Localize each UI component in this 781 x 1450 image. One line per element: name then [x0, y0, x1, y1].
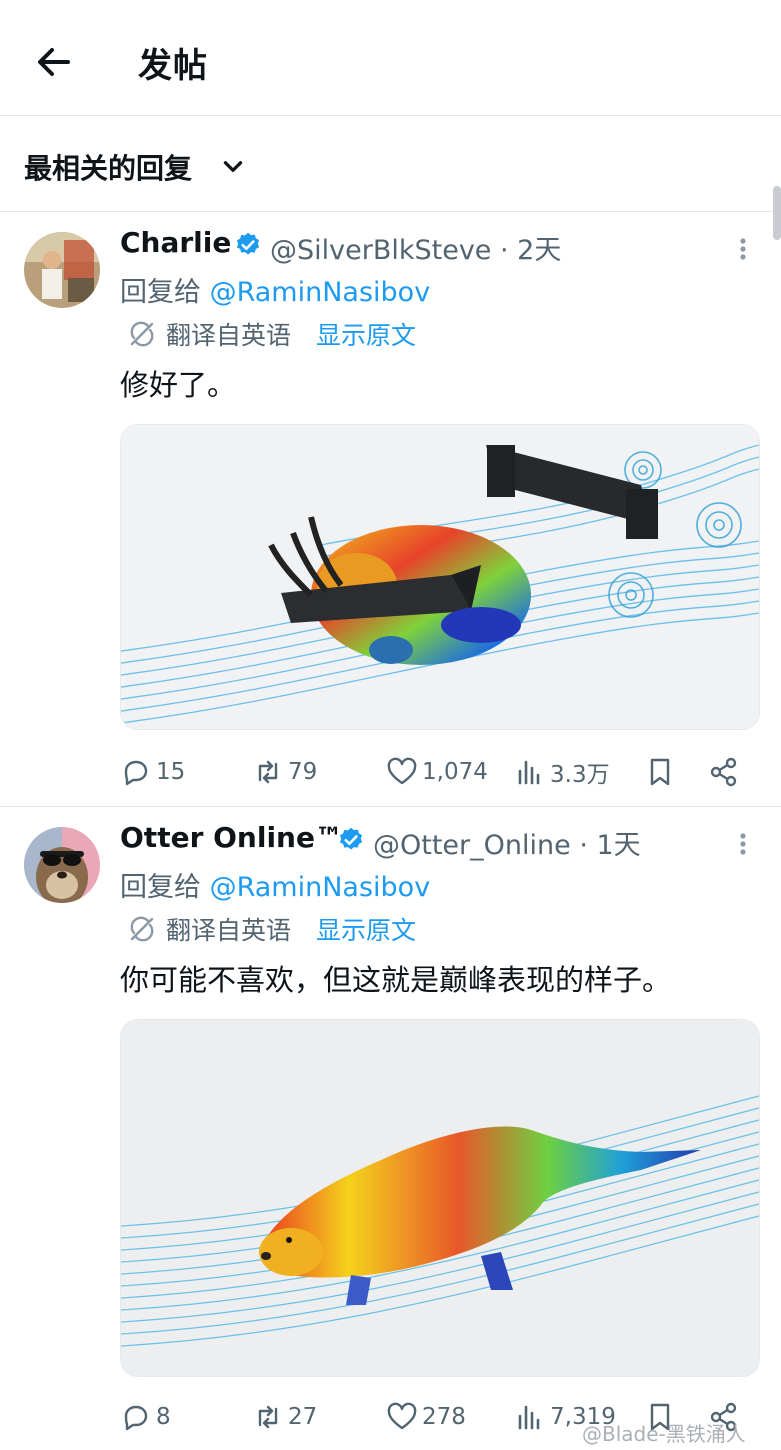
reply-prefix: 回复给	[120, 872, 210, 903]
views-icon	[518, 1405, 540, 1430]
repost-icon	[258, 760, 278, 784]
like-icon	[387, 1402, 417, 1430]
reply-post[interactable]: Charlie @SilverBlkSteve · 2天 回复给 @RaminN…	[0, 212, 781, 807]
back-arrow-icon	[38, 48, 70, 76]
reply-icon	[124, 1405, 148, 1431]
verified-badge-icon	[236, 232, 260, 255]
avatar-image	[24, 827, 100, 903]
more-icon[interactable]	[728, 234, 758, 264]
author-handle[interactable]: @SilverBlkSteve · 2天	[270, 228, 561, 267]
handle-text: @Otter_Online	[373, 830, 571, 861]
post-image[interactable]	[120, 1019, 760, 1377]
views-button[interactable]: 3.3万	[514, 752, 610, 792]
reply-to-mention[interactable]: @RaminNasibov	[210, 872, 431, 903]
author-handle[interactable]: @Otter_Online · 1天	[373, 823, 641, 862]
share-icon	[710, 757, 737, 787]
otter-aero-image	[121, 1020, 759, 1376]
reply-to-line: 回复给 @RaminNasibov	[120, 270, 430, 309]
translate-icon	[130, 321, 154, 347]
like-button[interactable]: 1,074	[386, 752, 488, 792]
repost-button[interactable]: 27	[252, 1397, 317, 1437]
reply-to-line: 回复给 @RaminNasibov	[120, 865, 430, 904]
reply-count: 15	[156, 759, 186, 785]
show-original-link[interactable]: 显示原文	[316, 911, 416, 947]
repost-icon	[258, 1405, 278, 1429]
author-name[interactable]: Otter Online™	[120, 821, 343, 854]
repost-button[interactable]: 79	[252, 752, 317, 792]
reply-prefix: 回复给	[120, 277, 210, 308]
post-time: · 2天	[500, 235, 562, 266]
show-original-link[interactable]: 显示原文	[316, 316, 416, 352]
post-actions: 15 79 1,074 3.3万	[120, 752, 760, 792]
post-time: · 1天	[579, 830, 641, 861]
handle-text: @SilverBlkSteve	[270, 235, 492, 266]
like-icon	[387, 757, 417, 785]
reply-sort-bar: 最相关的回复	[0, 115, 781, 212]
bookmark-icon	[650, 758, 670, 786]
share-button[interactable]	[708, 752, 740, 792]
avatar[interactable]	[24, 827, 100, 903]
reply-button[interactable]: 15	[120, 752, 185, 792]
like-button[interactable]: 278	[386, 1397, 466, 1437]
repost-count: 79	[288, 759, 318, 785]
page-title: 发帖	[138, 46, 208, 86]
watermark: @Blade-黑铁涌人	[582, 1422, 746, 1446]
repost-count: 27	[288, 1404, 318, 1430]
bookmark-button[interactable]	[644, 752, 676, 792]
reply-button[interactable]: 8	[120, 1397, 171, 1437]
post-text: 你可能不喜欢，但这就是巅峰表现的样子。	[120, 963, 672, 997]
verified-badge-icon	[339, 827, 363, 850]
back-button[interactable]	[30, 38, 78, 86]
reply-icon	[124, 760, 148, 786]
reply-post[interactable]: Otter Online™ @Otter_Online · 1天 回复给 @Ra…	[0, 807, 781, 1450]
post-text: 修好了。	[120, 368, 237, 402]
reply-count: 8	[156, 1404, 171, 1430]
author-name[interactable]: Charlie	[120, 226, 231, 259]
reply-to-mention[interactable]: @RaminNasibov	[210, 277, 431, 308]
top-bar: 发帖	[0, 0, 781, 116]
view-count: 3.3万	[550, 762, 610, 788]
translated-from-label: 翻译自英语	[166, 916, 292, 945]
more-icon[interactable]	[728, 829, 758, 859]
translated-from-label: 翻译自英语	[166, 321, 292, 350]
like-count: 1,074	[422, 759, 488, 785]
beaver-aero-image	[121, 425, 759, 729]
views-icon	[518, 760, 540, 785]
like-count: 278	[422, 1404, 466, 1430]
avatar-image	[24, 232, 100, 308]
translate-icon	[130, 916, 154, 942]
chevron-down-icon[interactable]	[220, 153, 246, 179]
sort-dropdown[interactable]: 最相关的回复	[24, 147, 192, 187]
avatar[interactable]	[24, 232, 100, 308]
post-image[interactable]	[120, 424, 760, 730]
